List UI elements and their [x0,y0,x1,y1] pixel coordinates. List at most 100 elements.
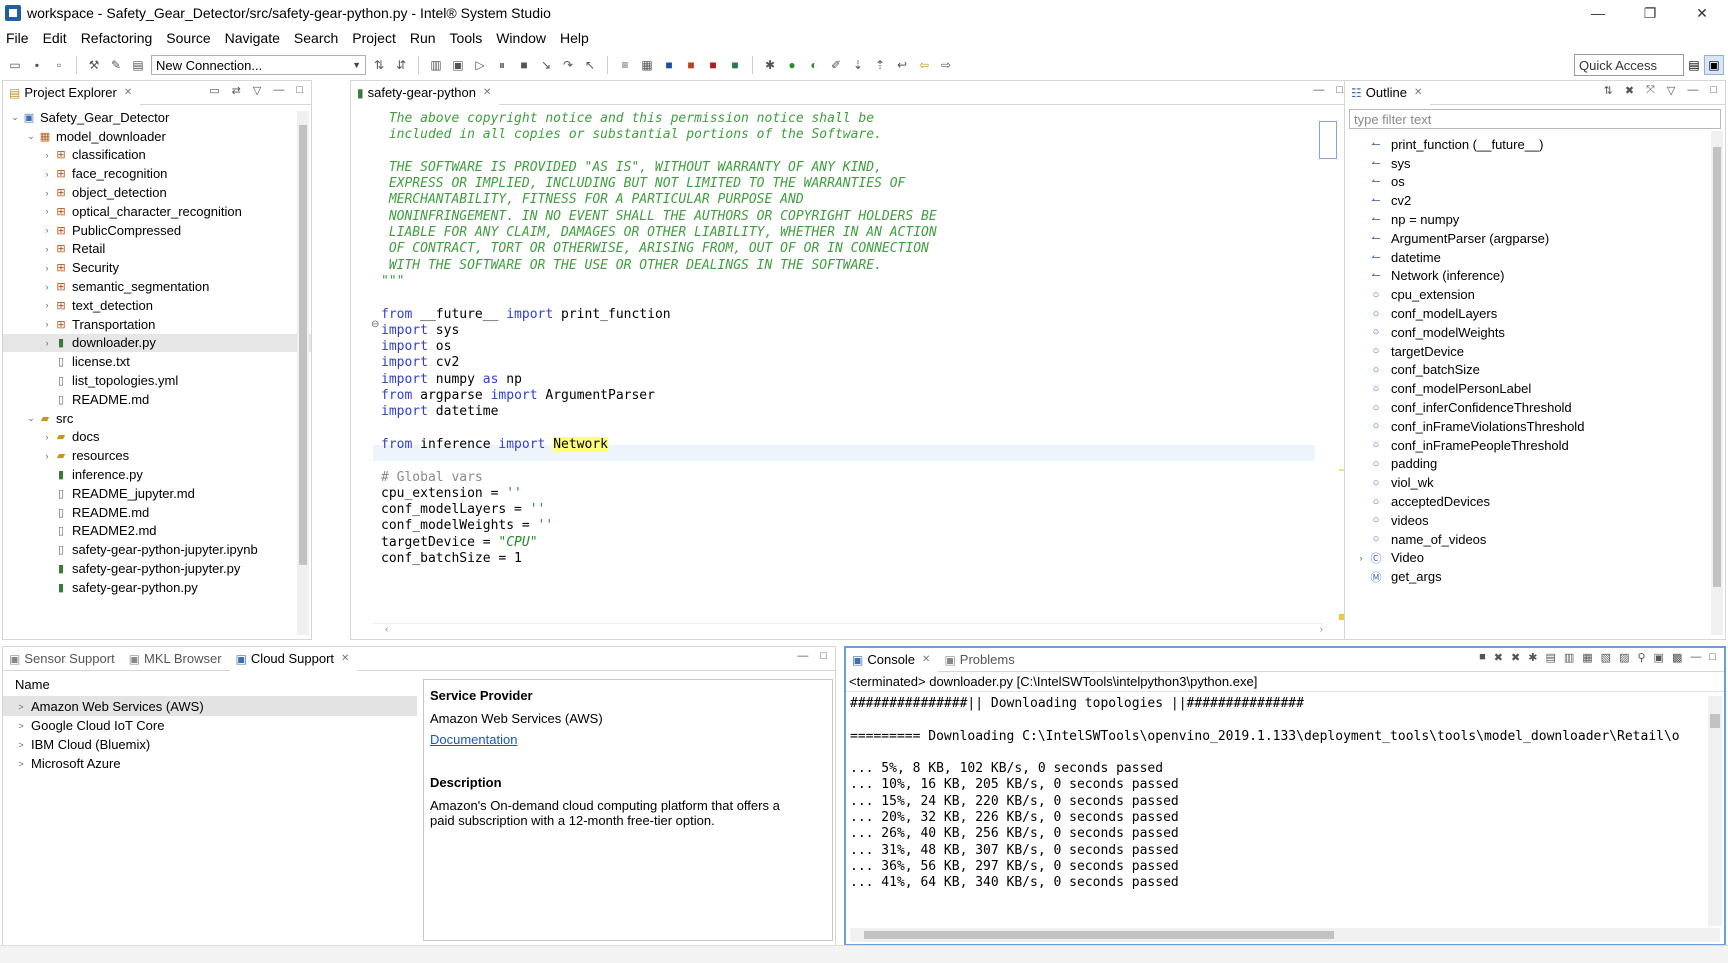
minimize-view-icon[interactable]: — [1313,84,1324,96]
outline-item[interactable]: ↼ sys [1345,154,1725,173]
fold-icon[interactable]: ⊖ [371,319,379,330]
tree-item[interactable]: › ⊞ text_detection [3,296,311,315]
format-icon[interactable]: ≡ [616,56,634,74]
scroll-thumb[interactable] [1710,714,1720,728]
maximize-view-icon[interactable]: □ [1710,84,1717,97]
outline-scrollbar[interactable] [1711,131,1723,635]
outline-item[interactable]: ↼ np = numpy [1345,210,1725,229]
suspend-icon[interactable]: ⏸ [493,56,511,74]
deploy-icon[interactable]: ▥ [427,56,445,74]
outline-item[interactable]: ↼ Network (inference) [1345,267,1725,286]
tree-item[interactable]: ▮ safety-gear-python-jupyter.py [3,559,311,578]
console-scrollbar[interactable] [1708,696,1722,926]
terminate-icon[interactable]: ■ [515,56,533,74]
outline-item[interactable]: ○ acceptedDevices [1345,492,1725,511]
sort-icon[interactable]: ⇅ [1604,84,1613,97]
outline-filter-input[interactable]: type filter text [1349,109,1721,129]
tree-item[interactable]: › ⊞ object_detection [3,183,311,202]
last-edit-icon[interactable]: ↩ [893,56,911,74]
tree-item[interactable]: › ▮ downloader.py [3,333,311,353]
step-over-icon[interactable]: ↷ [559,56,577,74]
outline-item[interactable]: ○ viol_wk [1345,473,1725,492]
documentation-link[interactable]: Documentation [430,732,517,747]
outline-item[interactable]: ○ conf_modelLayers [1345,304,1725,323]
remove-launch-icon[interactable]: ✖ [1494,651,1503,664]
minimize-view-icon[interactable]: — [273,84,284,97]
next-annotation-icon[interactable]: ⇣ [849,56,867,74]
chevron-right-icon[interactable]: › [41,188,53,198]
tree-item[interactable]: ▯ README_jupyter.md [3,484,311,503]
tree-item[interactable]: › ▰ resources [3,446,311,465]
display-console-icon[interactable]: ▣ [1654,651,1664,664]
tree-item[interactable]: › ⊞ face_recognition [3,164,311,183]
close-icon[interactable]: ✕ [124,87,132,98]
menu-refactoring[interactable]: Refactoring [81,30,153,46]
column-header-name[interactable]: Name [3,673,417,697]
run-icon[interactable]: ● [783,56,801,74]
menu-project[interactable]: Project [352,30,396,46]
maximize-button[interactable]: ❐ [1624,0,1676,26]
maximize-view-icon[interactable]: □ [1709,651,1716,664]
show-on-output-icon[interactable]: ▧ [1601,651,1611,664]
outline-item[interactable]: ○ conf_inferConfidenceThreshold [1345,398,1725,417]
outline-item[interactable]: ○ padding [1345,455,1725,474]
connection-select[interactable]: New Connection... ▼ [151,55,366,75]
link-editor-icon[interactable]: ⇄ [232,84,241,97]
wrench-icon[interactable]: ✎ [107,56,125,74]
pin-console-icon[interactable]: ⚲ [1637,651,1645,664]
tree-item[interactable]: ▯ list_topologies.yml [3,371,311,390]
tab-cloud-support[interactable]: ▣ Cloud Support ✕ [229,646,358,671]
scroll-lock-icon[interactable]: ▥ [1564,651,1574,664]
outline-item[interactable]: ○ conf_modelWeights [1345,323,1725,342]
tree-item[interactable]: ▮ inference.py [3,465,311,484]
step-return-icon[interactable]: ↖ [581,56,599,74]
menu-file[interactable]: File [6,30,29,46]
debug-icon[interactable]: ✱ [761,56,779,74]
tab-sensor-support[interactable]: ▣ Sensor Support [3,647,123,671]
source-code[interactable]: The above copyright notice and this perm… [381,111,937,567]
outline-item[interactable]: ○ videos [1345,511,1725,530]
scroll-thumb[interactable] [299,125,307,565]
menu-source[interactable]: Source [166,30,210,46]
tree-item[interactable]: › ⊞ PublicCompressed [3,221,311,240]
prev-annotation-icon[interactable]: ⇡ [871,56,889,74]
tab-mkl-browser[interactable]: ▣ MKL Browser [123,647,230,671]
tree-item[interactable]: › ⊞ Security [3,258,311,277]
chevron-right-icon[interactable]: > [15,702,27,712]
hide-fields-icon[interactable]: ✖ [1625,84,1634,97]
menu-navigate[interactable]: Navigate [225,30,280,46]
new-icon[interactable]: ▭ [6,56,24,74]
outline-item[interactable]: ↼ print_function (__future__) [1345,135,1725,154]
outline-item[interactable]: ↼ datetime [1345,248,1725,267]
word-wrap-icon[interactable]: ▦ [1582,651,1592,664]
console-horizontal-scrollbar[interactable] [850,928,1720,942]
outline-item[interactable]: ○ name_of_videos [1345,530,1725,549]
outline-item[interactable]: ○ conf_inFrameViolationsThreshold [1345,417,1725,436]
remove-all-icon[interactable]: ✖ [1511,651,1520,664]
menu-edit[interactable]: Edit [43,30,67,46]
step-into-icon[interactable]: ↘ [537,56,555,74]
perspective-icon[interactable]: ▣ [1704,55,1724,75]
tab-safety-gear-python[interactable]: ▮ safety-gear-python ✕ [351,80,500,105]
minimize-button[interactable]: — [1572,0,1624,26]
outline-item[interactable]: Ⓜget_args [1345,567,1725,586]
collapse-all-icon[interactable]: ▭ [209,84,219,97]
menu-search[interactable]: Search [294,30,338,46]
tree-item[interactable]: ▯ safety-gear-python-jupyter.ipynb [3,540,311,559]
outline-item[interactable]: ○ conf_batchSize [1345,361,1725,380]
scroll-thumb[interactable] [1713,147,1721,587]
tab-console[interactable]: ▣ Console ✕ [846,647,939,672]
menu-run[interactable]: Run [410,30,436,46]
close-button[interactable]: ✕ [1676,0,1728,26]
minimize-view-icon[interactable]: — [1687,84,1698,97]
outline-item[interactable]: ○ conf_modelPersonLabel [1345,379,1725,398]
chevron-right-icon[interactable]: › [41,282,53,292]
disconnect-icon[interactable]: ⇵ [392,56,410,74]
scroll-thumb[interactable] [1319,121,1337,159]
maximize-view-icon[interactable]: □ [1336,84,1343,96]
outline-item[interactable]: ○ conf_inFramePeopleThreshold [1345,436,1725,455]
tab-outline[interactable]: ☷ Outline ✕ [1345,80,1431,105]
close-icon[interactable]: ✕ [922,654,930,665]
tree-item[interactable]: ▯ license.txt [3,352,311,371]
search-icon[interactable]: ✐ [827,56,845,74]
